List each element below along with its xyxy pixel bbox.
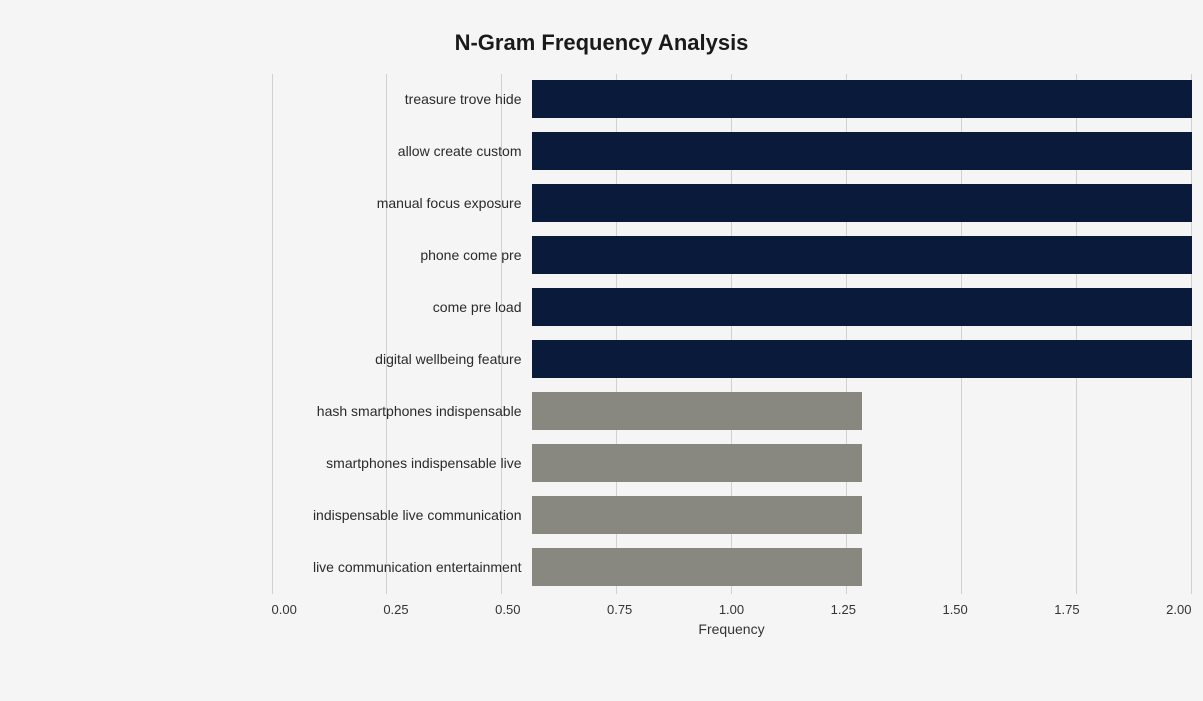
bar-label: smartphones indispensable live <box>272 455 532 471</box>
bar-track <box>532 340 1192 378</box>
bar-track <box>532 444 1192 482</box>
axis-tick: 1.50 <box>942 602 967 617</box>
axis-tick: 0.50 <box>495 602 520 617</box>
bar-label: live communication entertainment <box>272 559 532 575</box>
bar-track <box>532 184 1192 222</box>
bar-fill <box>532 548 862 586</box>
bar-label: hash smartphones indispensable <box>272 403 532 419</box>
axis-tick: 1.00 <box>719 602 744 617</box>
bar-label: phone come pre <box>272 247 532 263</box>
bar-fill <box>532 392 862 430</box>
bar-track <box>532 288 1192 326</box>
bar-fill <box>532 444 862 482</box>
bar-row: digital wellbeing feature <box>272 334 1192 384</box>
bar-label: treasure trove hide <box>272 91 532 107</box>
bar-fill <box>532 496 862 534</box>
bar-row: smartphones indispensable live <box>272 438 1192 488</box>
bar-fill <box>532 236 1192 274</box>
axis-tick: 0.00 <box>272 602 297 617</box>
bar-label: allow create custom <box>272 143 532 159</box>
bar-row: hash smartphones indispensable <box>272 386 1192 436</box>
bar-row: manual focus exposure <box>272 178 1192 228</box>
bar-row: come pre load <box>272 282 1192 332</box>
bar-track <box>532 548 1192 586</box>
bar-track <box>532 236 1192 274</box>
axis-area: 0.00 0.25 0.50 0.75 1.00 1.25 1.50 1.75 2.00 <box>12 598 1192 617</box>
bars-area: treasure trove hide allow create custom ma… <box>272 74 1192 592</box>
bar-fill <box>532 340 1192 378</box>
bar-label: indispensable live communication <box>272 507 532 523</box>
bar-fill <box>532 184 1192 222</box>
bar-track <box>532 392 1192 430</box>
bar-row: allow create custom <box>272 126 1192 176</box>
chart-title: N-Gram Frequency Analysis <box>12 30 1192 56</box>
axis-tick: 0.75 <box>607 602 632 617</box>
axis-tick: 2.00 <box>1166 602 1191 617</box>
bar-row: treasure trove hide <box>272 74 1192 124</box>
axis-tick: 1.25 <box>831 602 856 617</box>
bar-label: digital wellbeing feature <box>272 351 532 367</box>
bar-fill <box>532 132 1192 170</box>
bar-track <box>532 80 1192 118</box>
bar-track <box>532 132 1192 170</box>
chart-container: N-Gram Frequency Analysis treasure trove… <box>12 20 1192 647</box>
axis-title: Frequency <box>272 621 1192 637</box>
bar-fill <box>532 80 1192 118</box>
bar-label: manual focus exposure <box>272 195 532 211</box>
bar-track <box>532 496 1192 534</box>
bar-row: phone come pre <box>272 230 1192 280</box>
bar-row: live communication entertainment <box>272 542 1192 592</box>
bar-row: indispensable live communication <box>272 490 1192 540</box>
axis-labels: 0.00 0.25 0.50 0.75 1.00 1.25 1.50 1.75 2.00 <box>272 598 1192 617</box>
bar-fill <box>532 288 1192 326</box>
bar-label: come pre load <box>272 299 532 315</box>
axis-tick: 0.25 <box>383 602 408 617</box>
axis-tick: 1.75 <box>1054 602 1079 617</box>
